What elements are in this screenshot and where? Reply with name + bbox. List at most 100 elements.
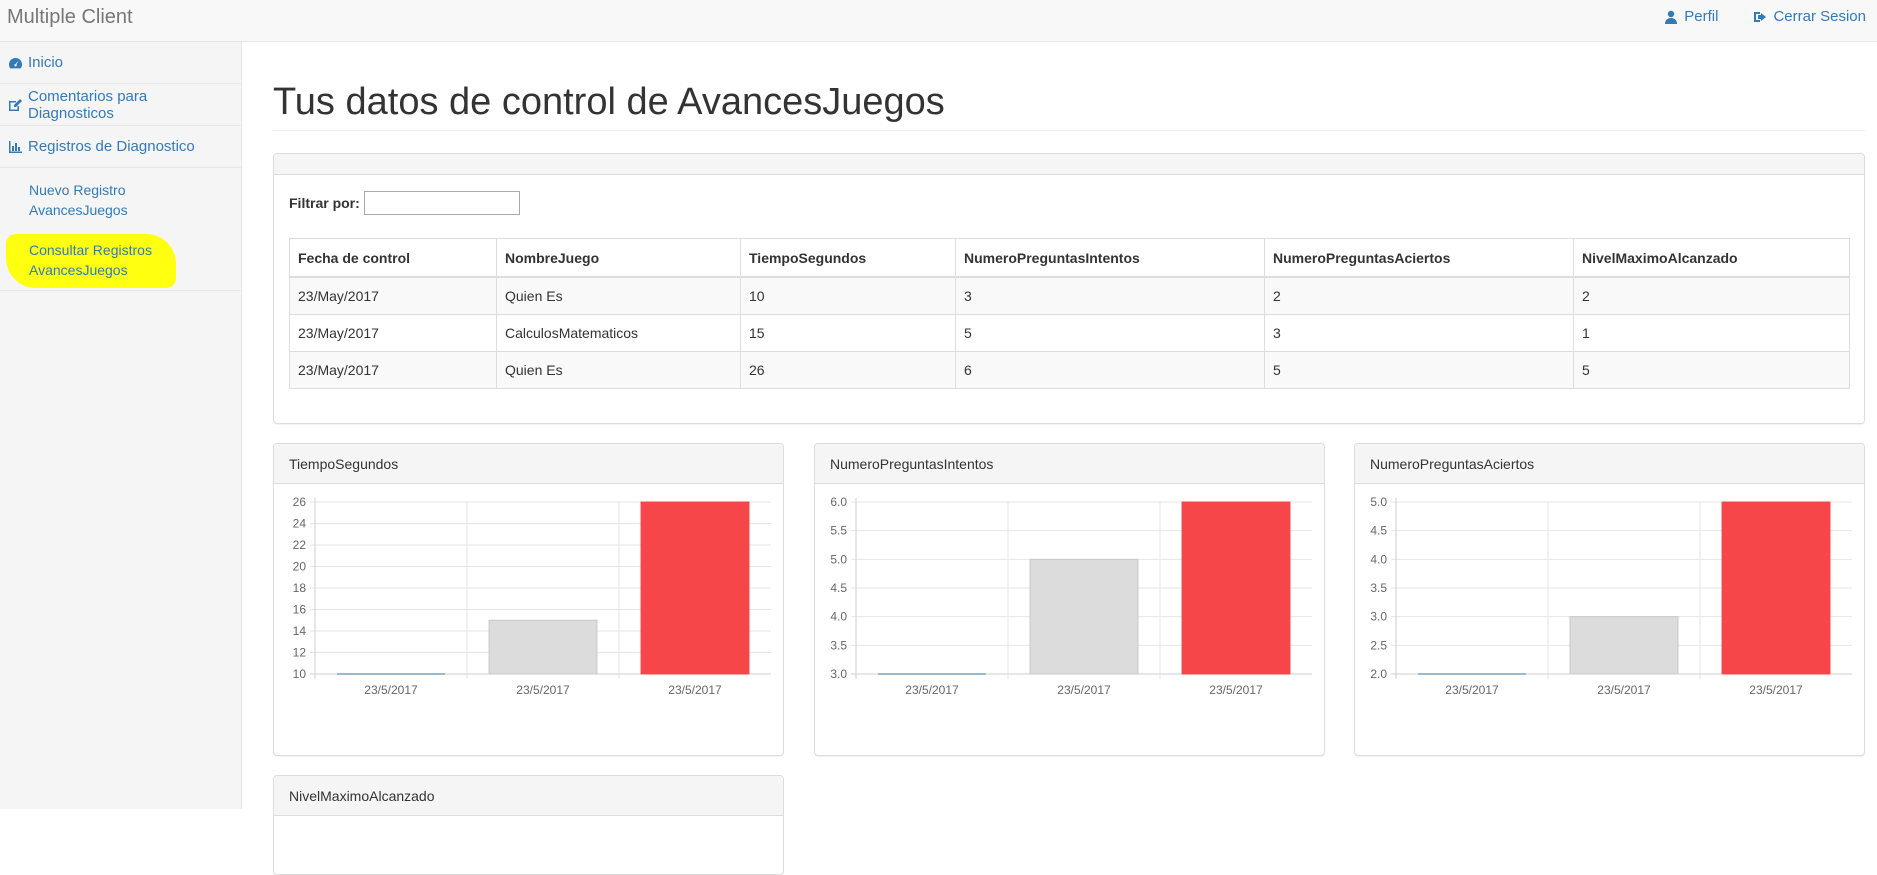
table-cell: 5 xyxy=(1573,351,1850,389)
column-header[interactable]: NivelMaximoAlcanzado xyxy=(1573,238,1850,278)
user-icon xyxy=(1665,10,1678,24)
table-cell: 10 xyxy=(740,276,956,315)
y-tick-label: 10 xyxy=(293,667,307,681)
chart-panel-intentos: NumeroPreguntasIntentos 3.0 3.5 4.0 4.5 5.0 5… xyxy=(814,443,1325,756)
table-cell: Quien Es xyxy=(496,351,741,389)
bar xyxy=(1029,558,1139,675)
perfil-link[interactable]: Perfil xyxy=(1664,8,1718,25)
sidebar-item-comentarios[interactable]: Comentarios para Diagnosticos xyxy=(0,84,241,126)
bar xyxy=(1721,501,1831,675)
bar-chart-tiempo: 10 12 14 16 18 20 22 24 26 23/5/2017 23/5/2017 23/5… xyxy=(293,495,771,697)
table-cell: 23/May/2017 xyxy=(289,276,497,315)
top-navbar: Multiple Client Perfil Cerrar Sesion xyxy=(0,0,1877,42)
table-cell: 5 xyxy=(1264,351,1574,389)
y-tick-label: 4.5 xyxy=(830,581,847,595)
table-cell: 26 xyxy=(740,351,956,389)
column-header[interactable]: NombreJuego xyxy=(496,238,741,278)
edit-icon xyxy=(9,98,22,111)
x-tick-label: 23/5/2017 xyxy=(1749,683,1803,697)
y-tick-label: 3.0 xyxy=(830,667,847,681)
table-row: 23/May/2017 CalculosMatematicos 15 5 3 1 xyxy=(289,314,1850,352)
chart-title: NivelMaximoAlcanzado xyxy=(274,776,783,816)
column-header[interactable]: NumeroPreguntasIntentos xyxy=(955,238,1265,278)
brand-name[interactable]: Multiple Client xyxy=(7,6,133,29)
y-tick-label: 2.5 xyxy=(1370,638,1387,652)
y-tick-label: 4.0 xyxy=(1370,552,1387,566)
subitem-line1: Consultar Registros xyxy=(29,242,152,258)
table-cell: 23/May/2017 xyxy=(289,351,497,389)
y-tick-label: 3.5 xyxy=(1370,581,1387,595)
column-header[interactable]: TiempoSegundos xyxy=(740,238,956,278)
cerrar-sesion-link[interactable]: Cerrar Sesion xyxy=(1753,8,1866,25)
table-cell: 1 xyxy=(1573,314,1850,352)
data-table: Fecha de control NombreJuego TiempoSegun… xyxy=(289,238,1850,389)
x-tick-label: 23/5/2017 xyxy=(1057,683,1111,697)
y-tick-label: 18 xyxy=(293,581,307,595)
y-tick-label: 20 xyxy=(293,560,307,574)
table-cell: 23/May/2017 xyxy=(289,314,497,352)
chart-panel-aciertos: NumeroPreguntasAciertos 2.0 2.5 3.0 3.5 4.0 4… xyxy=(1354,443,1865,756)
chart-title: NumeroPreguntasIntentos xyxy=(815,444,1324,484)
table-cell: 3 xyxy=(955,276,1265,315)
sidebar-item-inicio[interactable]: Inicio xyxy=(0,42,241,84)
table-cell: CalculosMatematicos xyxy=(496,314,741,352)
subitem-line1: Nuevo Registro xyxy=(29,182,126,198)
sign-out-icon xyxy=(1754,11,1767,22)
table-cell: 2 xyxy=(1573,276,1850,315)
table-cell: 15 xyxy=(740,314,956,352)
y-tick-label: 2.0 xyxy=(1370,667,1387,681)
sidebar-item-label: Registros de Diagnostico xyxy=(28,138,195,155)
x-tick-label: 23/5/2017 xyxy=(1445,683,1499,697)
y-tick-label: 24 xyxy=(293,517,307,531)
table-cell: Quien Es xyxy=(496,276,741,315)
x-tick-label: 23/5/2017 xyxy=(516,683,570,697)
column-header[interactable]: Fecha de control xyxy=(289,238,497,278)
chart-title: NumeroPreguntasAciertos xyxy=(1355,444,1864,484)
x-tick-label: 23/5/2017 xyxy=(1209,683,1263,697)
sidebar-item-label: Inicio xyxy=(28,54,64,71)
sidebar-item-registros[interactable]: Registros de Diagnostico xyxy=(0,126,241,168)
bar-chart-aciertos: 2.0 2.5 3.0 3.5 4.0 4.5 5.0 23/5/2017 23/5/2017 2… xyxy=(1370,495,1852,697)
y-tick-label: 3.5 xyxy=(830,638,847,652)
sidebar-subitem-consultar-registros[interactable]: Consultar Registros AvancesJuegos xyxy=(0,234,241,288)
page-title: Tus datos de control de AvancesJuegos xyxy=(273,81,1865,131)
bar xyxy=(488,619,598,675)
filter-group: Filtrar por: xyxy=(289,191,520,215)
x-tick-label: 23/5/2017 xyxy=(905,683,959,697)
y-tick-label: 12 xyxy=(293,646,307,660)
table-panel-heading xyxy=(274,154,1864,175)
chart-panel-nivel: NivelMaximoAlcanzado xyxy=(273,775,784,875)
y-tick-label: 14 xyxy=(293,624,307,638)
table-cell: 5 xyxy=(955,314,1265,352)
cerrar-sesion-label: Cerrar Sesion xyxy=(1773,8,1866,25)
main-content: Tus datos de control de AvancesJuegos Fi… xyxy=(273,42,1865,875)
filter-input[interactable] xyxy=(363,191,520,215)
subitem-line2: AvancesJuegos xyxy=(29,202,128,218)
x-tick-label: 23/5/2017 xyxy=(364,683,418,697)
x-tick-label: 23/5/2017 xyxy=(668,683,722,697)
bar-chart-intentos: 3.0 3.5 4.0 4.5 5.0 5.5 6.0 23/5/2017 23/5/2017 2… xyxy=(830,495,1312,697)
sidebar-item-label: Comentarios para Diagnosticos xyxy=(28,87,148,122)
y-tick-label: 4.5 xyxy=(1370,524,1387,538)
table-cell: 2 xyxy=(1264,276,1574,315)
sidebar: Inicio Comentarios para Diagnosticos Reg… xyxy=(0,42,242,809)
table-cell: 6 xyxy=(955,351,1265,389)
sidebar-subitem-nuevo-registro[interactable]: Nuevo Registro AvancesJuegos xyxy=(0,180,241,220)
table-panel: Filtrar por: Fecha de control NombreJueg… xyxy=(273,153,1865,424)
table-row: 23/May/2017 Quien Es 26 6 5 5 xyxy=(289,351,1850,389)
y-tick-label: 22 xyxy=(293,538,307,552)
bar-chart-icon xyxy=(9,140,22,153)
bar xyxy=(640,501,750,675)
y-tick-label: 26 xyxy=(293,495,307,509)
bar xyxy=(1569,616,1679,675)
chart-panel-tiempo: TiempoSegundos 10 12 14 16 18 20 22 24 26 23/5/20… xyxy=(273,443,784,756)
column-header[interactable]: NumeroPreguntasAciertos xyxy=(1264,238,1574,278)
dashboard-icon xyxy=(9,57,22,68)
x-tick-label: 23/5/2017 xyxy=(1597,683,1651,697)
table-header-row: Fecha de control NombreJuego TiempoSegun… xyxy=(289,238,1850,278)
filter-label: Filtrar por: xyxy=(289,195,360,211)
y-tick-label: 5.5 xyxy=(830,524,847,538)
y-tick-label: 6.0 xyxy=(830,495,847,509)
navbar-right: Perfil Cerrar Sesion xyxy=(1664,8,1866,25)
perfil-label: Perfil xyxy=(1684,8,1719,25)
